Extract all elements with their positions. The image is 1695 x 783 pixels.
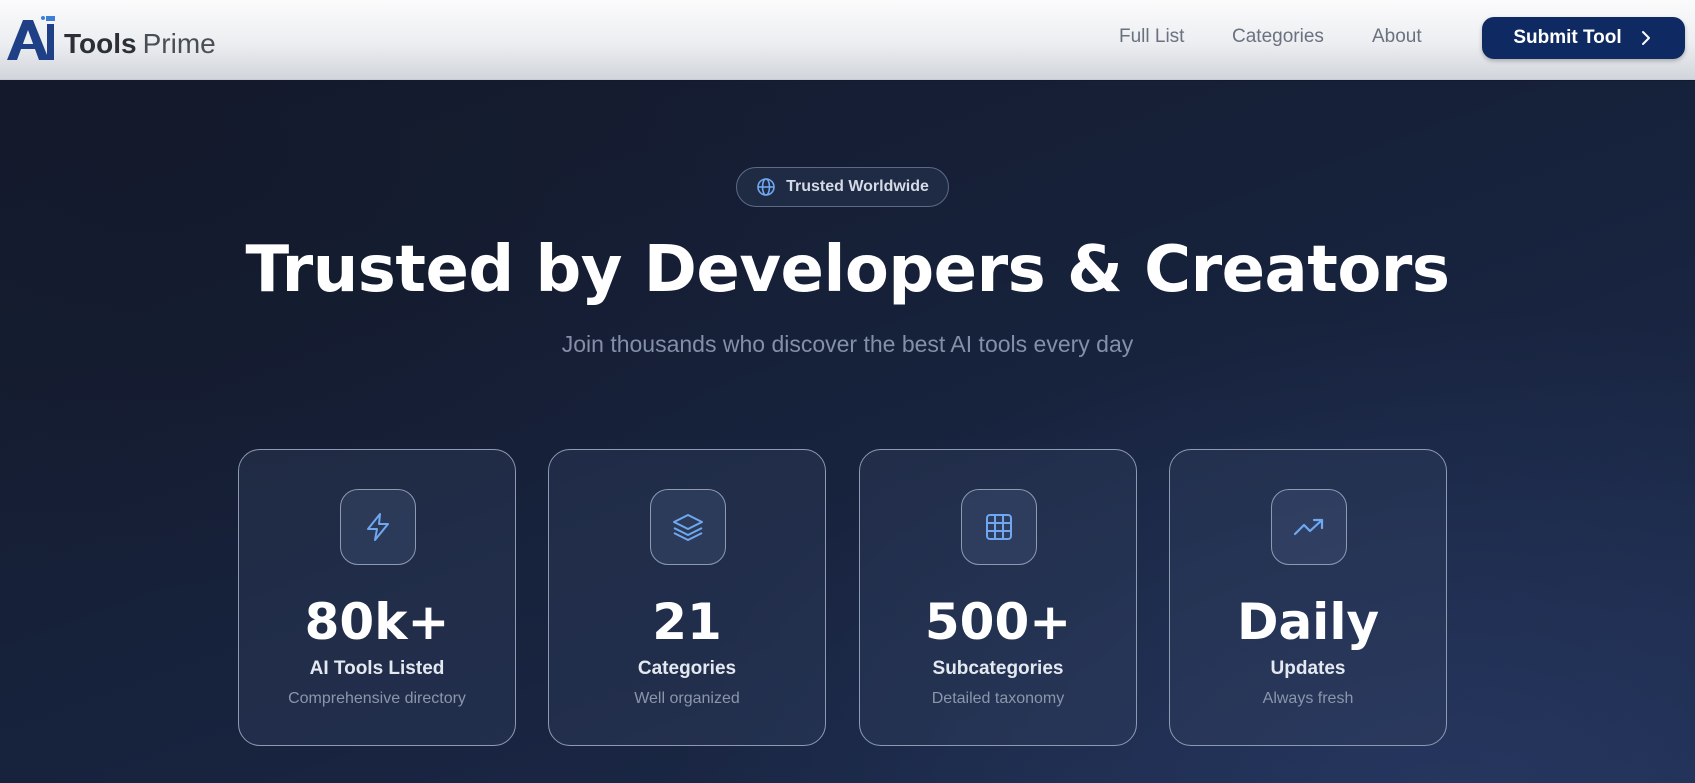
badge-label: Trusted Worldwide <box>786 178 929 195</box>
submit-tool-button[interactable]: Submit Tool <box>1482 17 1685 59</box>
stat-icon-box <box>1271 489 1347 565</box>
stat-description: Detailed taxonomy <box>931 690 1065 707</box>
hero-title: Trusted by Developers & Creators <box>245 233 1450 307</box>
stat-value: 500+ <box>924 593 1072 651</box>
stat-icon-box <box>961 489 1037 565</box>
globe-icon <box>757 178 775 196</box>
stat-icon-box <box>340 489 416 565</box>
stat-label: Subcategories <box>932 658 1064 679</box>
stat-description: Comprehensive directory <box>288 690 466 707</box>
nav-full-list[interactable]: Full List <box>1119 26 1184 48</box>
logo-mark <box>3 14 59 62</box>
submit-tool-label: Submit Tool <box>1513 27 1622 48</box>
logo-wordmark: Tools Prime <box>64 30 216 62</box>
stat-card-updates: Daily Updates Always fresh <box>1169 449 1447 746</box>
stat-label: Categories <box>637 658 737 679</box>
stat-label: AI Tools Listed <box>309 658 445 679</box>
stat-card-tools: 80k+ AI Tools Listed Comprehensive direc… <box>238 449 516 746</box>
stat-card-categories: 21 Categories Well organized <box>548 449 826 746</box>
stat-value: Daily <box>1236 593 1380 651</box>
lightning-icon <box>367 513 389 541</box>
chevron-right-icon <box>1641 31 1650 45</box>
nav-categories[interactable]: Categories <box>1232 26 1324 48</box>
stat-card-subcategories: 500+ Subcategories Detailed taxonomy <box>859 449 1137 746</box>
logo-word-tools: Tools <box>64 28 137 59</box>
stat-icon-box <box>650 489 726 565</box>
logo-word-prime: Prime <box>142 28 216 59</box>
trusted-badge: Trusted Worldwide <box>736 167 949 207</box>
layers-icon <box>673 514 703 541</box>
hero-subtitle: Join thousands who discover the best AI … <box>561 331 1134 357</box>
grid-icon <box>986 514 1012 540</box>
site-header: Tools Prime Full List Categories About Su… <box>0 0 1695 80</box>
logo[interactable]: Tools Prime <box>3 10 216 62</box>
stat-label: Updates <box>1270 658 1346 679</box>
stat-value: 21 <box>652 593 722 651</box>
nav-about[interactable]: About <box>1372 26 1422 48</box>
stat-description: Well organized <box>634 690 740 707</box>
stat-description: Always fresh <box>1262 690 1354 707</box>
trending-up-icon <box>1293 518 1324 536</box>
stat-value: 80k+ <box>304 593 450 651</box>
hero-section: Trusted Worldwide Trusted by Developers … <box>0 81 1695 783</box>
